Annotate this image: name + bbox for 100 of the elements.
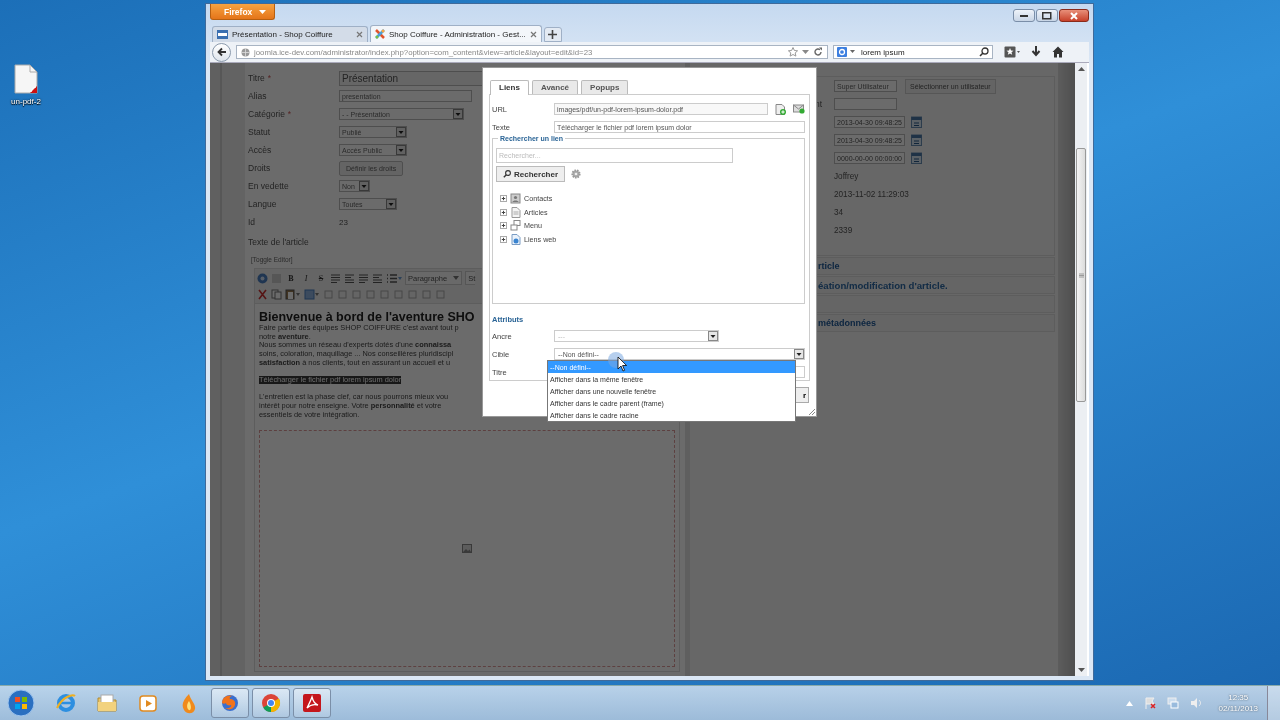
grip-icon xyxy=(1078,272,1084,278)
add-file-icon[interactable] xyxy=(775,103,786,115)
search-field[interactable]: lorem ipsum xyxy=(833,45,993,59)
field-label: Droits xyxy=(248,163,271,173)
clock-date[interactable]: 02/11/2013 xyxy=(1218,703,1258,714)
maximize-button[interactable] xyxy=(1036,9,1058,22)
calendar-icon[interactable] xyxy=(911,116,922,128)
caret-icon xyxy=(259,9,267,14)
maximize-icon xyxy=(1042,11,1052,20)
dropdown-icon xyxy=(453,276,460,280)
search-icon[interactable] xyxy=(979,47,989,57)
pdf-icon xyxy=(301,692,323,714)
resize-grip-icon[interactable] xyxy=(808,408,815,415)
field-value: 34 xyxy=(834,207,844,217)
firefox-menu-button[interactable]: Firefox xyxy=(210,4,276,20)
dialog-tab[interactable]: Avancé xyxy=(531,80,579,94)
taskbar-button[interactable] xyxy=(252,688,290,718)
dialog-tab[interactable]: Liens xyxy=(490,80,529,95)
back-button[interactable] xyxy=(212,42,231,62)
expand-icon[interactable] xyxy=(500,222,507,230)
network-icon[interactable] xyxy=(1166,697,1179,709)
field-label: Langue xyxy=(248,199,277,209)
image-tool-icon[interactable] xyxy=(304,288,320,300)
field-label: Catégorie xyxy=(248,109,285,119)
list-icon[interactable] xyxy=(386,272,402,284)
required-marker: * xyxy=(267,73,271,83)
paste-icon[interactable] xyxy=(285,288,301,300)
align-icon[interactable] xyxy=(372,272,383,284)
calendar-icon[interactable] xyxy=(911,134,922,146)
download-icon[interactable] xyxy=(1031,46,1041,58)
format-button[interactable]: S xyxy=(315,272,327,284)
search-button[interactable]: Rechercher xyxy=(496,166,566,182)
align-icon[interactable] xyxy=(330,272,341,284)
minimize-button[interactable] xyxy=(1013,9,1035,22)
close-icon xyxy=(1070,11,1078,20)
help-icon[interactable] xyxy=(257,272,268,284)
browser-tab[interactable]: Présentation - Shop Coiffure xyxy=(212,26,368,42)
align-icon[interactable] xyxy=(344,272,355,284)
article-heading: Bienvenue à bord de l'aventure SHO xyxy=(259,310,475,324)
field-label: Alias xyxy=(248,91,267,101)
clock-time[interactable]: 12:35 xyxy=(1218,692,1258,703)
contacts-icon xyxy=(510,193,521,205)
home-icon[interactable] xyxy=(1052,46,1064,58)
settings-icon[interactable] xyxy=(571,169,582,179)
cross-favicon-icon xyxy=(375,29,385,39)
image-icon xyxy=(462,544,472,554)
pdf-file-icon[interactable] xyxy=(14,64,38,94)
start-button[interactable] xyxy=(6,688,36,718)
taskbar-button[interactable] xyxy=(211,688,249,718)
field-label: En vedette xyxy=(248,181,289,191)
close-icon[interactable] xyxy=(356,31,363,38)
field-label: Accès xyxy=(248,145,272,155)
expand-icon[interactable] xyxy=(500,208,507,216)
round-browser-icon xyxy=(260,692,282,714)
scroll-down-icon[interactable] xyxy=(1077,668,1085,672)
search-engine-icon[interactable] xyxy=(837,47,847,57)
format-button[interactable]: B xyxy=(285,272,297,284)
reload-icon[interactable] xyxy=(813,47,823,57)
media-player-icon xyxy=(137,692,159,714)
copy-icon[interactable] xyxy=(271,288,282,300)
field-label: Titre xyxy=(248,73,265,83)
required-marker: * xyxy=(287,109,292,119)
folder-icon xyxy=(96,692,118,714)
scrollbar-thumb[interactable] xyxy=(1076,148,1086,402)
volume-icon[interactable] xyxy=(1189,697,1202,709)
cut-icon[interactable] xyxy=(257,288,268,300)
show-desktop-button[interactable] xyxy=(1267,686,1280,720)
plus-icon xyxy=(548,30,558,39)
align-icon[interactable] xyxy=(358,272,369,284)
search-icon xyxy=(503,170,511,178)
minimize-icon xyxy=(1020,14,1028,17)
scroll-up-icon[interactable] xyxy=(1077,67,1085,71)
show-hidden-icons[interactable] xyxy=(1125,700,1133,706)
weblinks-icon xyxy=(510,233,521,245)
format-button[interactable]: I xyxy=(300,272,312,284)
browser-tab[interactable]: Shop Coiffure - Administration - Gest... xyxy=(370,25,542,42)
dialog-tab[interactable]: Popups xyxy=(581,80,629,94)
calendar-icon[interactable] xyxy=(911,152,922,164)
file-name-label[interactable]: un-pdf-2 xyxy=(11,97,41,106)
scrollbar[interactable] xyxy=(1075,63,1087,676)
field-label: Id xyxy=(248,217,256,227)
dropdown-icon[interactable] xyxy=(850,50,855,54)
close-icon[interactable] xyxy=(529,30,537,38)
articles-icon xyxy=(510,206,521,218)
field-label: Texte de l'article xyxy=(247,236,310,249)
field-value: Joffrey xyxy=(834,171,859,181)
field-value: 2339 xyxy=(834,225,853,235)
expand-icon[interactable] xyxy=(500,195,507,203)
bookmarks-icon[interactable] xyxy=(1004,46,1020,58)
taskbar-button[interactable] xyxy=(293,688,331,718)
flag-icon[interactable] xyxy=(1143,697,1156,709)
globe-icon xyxy=(241,47,250,57)
dropdown-icon[interactable] xyxy=(802,49,809,55)
expand-icon[interactable] xyxy=(500,235,507,243)
add-email-icon[interactable] xyxy=(793,104,805,114)
star-icon[interactable] xyxy=(788,47,798,57)
e-ring-icon xyxy=(55,692,77,714)
close-button[interactable] xyxy=(1059,9,1089,22)
text-input[interactable] xyxy=(834,98,897,110)
new-tab-button[interactable] xyxy=(543,27,562,42)
